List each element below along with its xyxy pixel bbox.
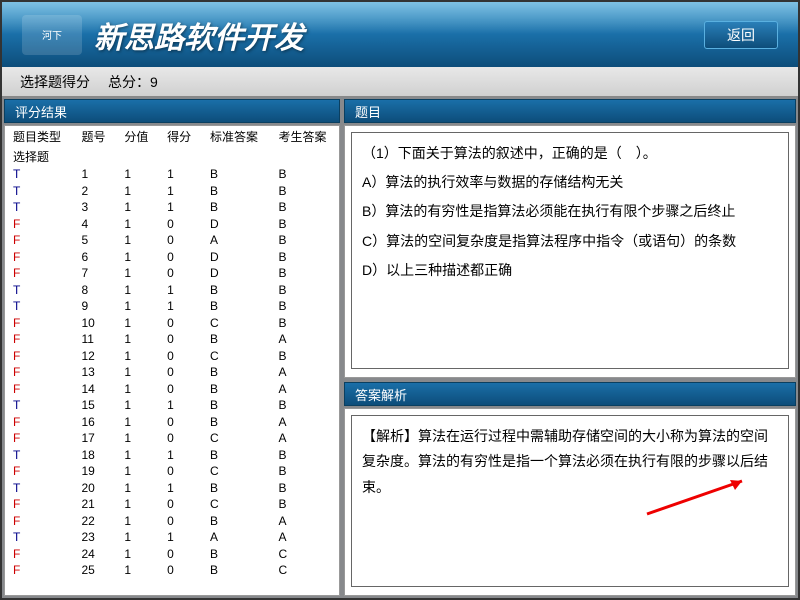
answer-content[interactable]: 【解析】算法在运行过程中需辅助存储空间的大小称为算法的空间复杂度。算法的有穷性是… xyxy=(344,408,796,596)
table-row[interactable]: F410DB xyxy=(5,216,339,233)
right-panel: 题目 （1）下面关于算法的叙述中，正确的是（ ）。 A）算法的执行效率与数据的存… xyxy=(342,97,798,598)
results-panel-body: 题目类型 题号 分值 得分 标准答案 考生答案 选择题 T111BB xyxy=(4,125,340,596)
table-row[interactable]: F1910CB xyxy=(5,463,339,480)
table-row[interactable]: T911BB xyxy=(5,298,339,315)
question-option-b: B）算法的有穷性是指算法必须能在执行有限个步骤之后终止 xyxy=(362,199,778,224)
col-got: 得分 xyxy=(159,126,202,146)
question-option-d: D）以上三种描述都正确 xyxy=(362,258,778,283)
table-row[interactable]: F2110CB xyxy=(5,496,339,513)
table-row[interactable]: F1310BA xyxy=(5,364,339,381)
table-row[interactable]: F1410BA xyxy=(5,381,339,398)
table-row[interactable]: T311BB xyxy=(5,199,339,216)
table-row[interactable]: F1010CB xyxy=(5,315,339,332)
score-bar: 选择题得分 总分：9 xyxy=(2,67,798,97)
table-row[interactable]: F610DB xyxy=(5,249,339,266)
table-row[interactable]: F510AB xyxy=(5,232,339,249)
question-stem: （1）下面关于算法的叙述中，正确的是（ ）。 xyxy=(362,141,778,166)
header-left: 河下 新思路软件开发 xyxy=(22,13,304,57)
left-panel: 评分结果 题目类型 题号 分值 得分 标准答案 考生答案 xyxy=(2,97,342,598)
col-index: 题号 xyxy=(74,126,117,146)
app-logo: 河下 xyxy=(22,15,82,55)
answer-text: 【解析】算法在运行过程中需辅助存储空间的大小称为算法的空间复杂度。算法的有穷性是… xyxy=(362,424,778,500)
score-total: 总分：9 xyxy=(108,72,158,92)
table-row[interactable]: F1110BA xyxy=(5,331,339,348)
table-row[interactable]: F2510BC xyxy=(5,562,339,579)
table-row[interactable]: T1811BB xyxy=(5,447,339,464)
score-section-label: 选择题得分 xyxy=(20,72,90,92)
table-type-row: 选择题 xyxy=(5,146,339,166)
answer-panel-title: 答案解析 xyxy=(344,382,796,406)
table-row[interactable]: F1710CA xyxy=(5,430,339,447)
table-row[interactable]: F2210BA xyxy=(5,513,339,530)
table-row[interactable]: T211BB xyxy=(5,183,339,200)
table-row[interactable]: F1610BA xyxy=(5,414,339,431)
table-row[interactable]: T1511BB xyxy=(5,397,339,414)
results-table: 题目类型 题号 分值 得分 标准答案 考生答案 选择题 T111BB xyxy=(5,126,339,579)
col-ans: 考生答案 xyxy=(270,126,339,146)
results-panel-title: 评分结果 xyxy=(4,99,340,123)
col-std: 标准答案 xyxy=(202,126,271,146)
table-row[interactable]: F2410BC xyxy=(5,546,339,563)
table-row[interactable]: T111BB xyxy=(5,166,339,183)
col-type: 题目类型 xyxy=(5,126,74,146)
question-option-c: C）算法的空间复杂度是指算法程序中指令（或语句）的条数 xyxy=(362,229,778,254)
app-title: 新思路软件开发 xyxy=(94,13,304,57)
question-content[interactable]: （1）下面关于算法的叙述中，正确的是（ ）。 A）算法的执行效率与数据的存储结构… xyxy=(344,125,796,378)
answer-area: 答案解析 【解析】算法在运行过程中需辅助存储空间的大小称为算法的空间复杂度。算法… xyxy=(342,380,798,598)
question-area: 题目 （1）下面关于算法的叙述中，正确的是（ ）。 A）算法的执行效率与数据的存… xyxy=(342,97,798,380)
col-score: 分值 xyxy=(116,126,159,146)
table-row[interactable]: T2011BB xyxy=(5,480,339,497)
main-area: 评分结果 题目类型 题号 分值 得分 标准答案 考生答案 xyxy=(2,97,798,598)
results-table-wrap[interactable]: 题目类型 题号 分值 得分 标准答案 考生答案 选择题 T111BB xyxy=(5,126,339,595)
table-row[interactable]: T811BB xyxy=(5,282,339,299)
app-header: 河下 新思路软件开发 返回 xyxy=(2,2,798,67)
back-button[interactable]: 返回 xyxy=(704,21,778,49)
table-header-row: 题目类型 题号 分值 得分 标准答案 考生答案 xyxy=(5,126,339,146)
table-row[interactable]: F710DB xyxy=(5,265,339,282)
table-row[interactable]: F1210CB xyxy=(5,348,339,365)
table-row[interactable]: T2311AA xyxy=(5,529,339,546)
question-option-a: A）算法的执行效率与数据的存储结构无关 xyxy=(362,170,778,195)
question-panel-title: 题目 xyxy=(344,99,796,123)
type-label: 选择题 xyxy=(5,146,339,166)
